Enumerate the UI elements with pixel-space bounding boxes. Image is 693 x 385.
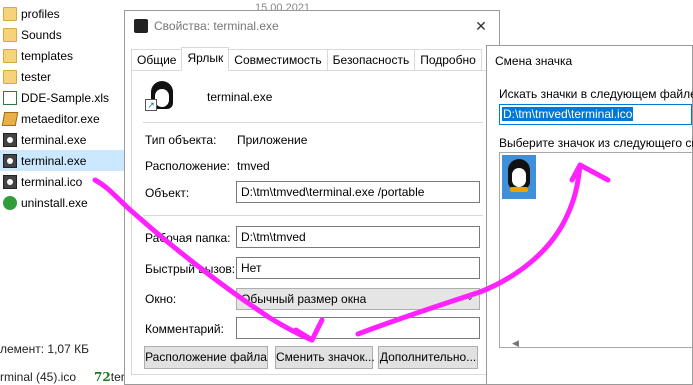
file-name: terminal.exe bbox=[21, 153, 87, 168]
hotkey-label: Быстрый вызов: bbox=[145, 262, 236, 276]
scroll-left-icon[interactable]: ◀ bbox=[512, 338, 519, 347]
metaeditor-icon bbox=[1, 111, 19, 126]
status-bottom: rminal (45).ico 72term bbox=[0, 370, 135, 384]
file-name: templates bbox=[21, 48, 74, 63]
file-name: tester bbox=[21, 69, 52, 84]
icon-file-label: Искать значки в следующем файле: bbox=[499, 87, 693, 101]
icon-file-field[interactable]: D:\tm\tmved\terminal.ico bbox=[499, 104, 692, 125]
tab-shortcut[interactable]: Ярлык bbox=[181, 47, 230, 71]
file-item[interactable]: tester bbox=[0, 66, 125, 87]
shortcut-icon: ↗ bbox=[145, 81, 177, 113]
target-type-label: Тип объекта: bbox=[145, 133, 217, 147]
folder-icon bbox=[3, 48, 17, 63]
tab-bar: Общие Ярлык Совместимость Безопасность П… bbox=[131, 47, 482, 71]
folder-icon bbox=[3, 27, 17, 42]
comment-field[interactable] bbox=[236, 317, 480, 339]
file-item[interactable]: Sounds bbox=[0, 24, 125, 45]
divider bbox=[143, 122, 483, 123]
run-select[interactable]: Обычный размер окна ⌄ bbox=[236, 288, 480, 310]
dialog-title: Свойства: terminal.exe bbox=[154, 19, 279, 33]
terminal-shortcut-icon bbox=[3, 153, 17, 168]
file-name: uninstall.exe bbox=[21, 195, 88, 210]
location-label: Расположение: bbox=[145, 159, 230, 173]
tab-compatibility[interactable]: Совместимость bbox=[228, 49, 328, 71]
target-label: Объект: bbox=[145, 186, 190, 200]
file-item[interactable]: terminal.ico bbox=[0, 171, 125, 192]
run-label: Окно: bbox=[145, 292, 177, 306]
status-file: rminal (45).ico bbox=[0, 370, 77, 384]
advanced-button[interactable]: Дополнительно... bbox=[378, 346, 478, 369]
uninstall-icon bbox=[3, 195, 17, 210]
icon-file-value: D:\tm\tmved\terminal.ico bbox=[502, 107, 634, 121]
file-name: DDE-Sample.xls bbox=[21, 90, 110, 105]
change-icon-button[interactable]: Сменить значок... bbox=[275, 346, 375, 369]
icon-option-selected[interactable] bbox=[502, 155, 536, 199]
file-name: terminal.ico bbox=[21, 174, 83, 189]
icon-list-label: Выберите значок из следующего списка: bbox=[499, 136, 693, 150]
location-value: tmved bbox=[237, 159, 270, 173]
target-type-value: Приложение bbox=[237, 133, 308, 147]
change-icon-dialog: Смена значка Искать значки в следующем ф… bbox=[486, 45, 693, 385]
tab-security[interactable]: Безопасность bbox=[326, 49, 416, 71]
file-item[interactable]: terminal.exe bbox=[0, 129, 125, 150]
file-item[interactable]: DDE-Sample.xls bbox=[0, 87, 125, 108]
tab-details[interactable]: Подробно bbox=[414, 49, 482, 71]
divider bbox=[143, 215, 483, 216]
comment-label: Комментарий: bbox=[145, 322, 224, 336]
status-number: 72 bbox=[94, 370, 111, 384]
tab-general[interactable]: Общие bbox=[131, 49, 183, 71]
file-name: metaeditor.exe bbox=[21, 111, 100, 126]
run-select-value: Обычный размер окна bbox=[241, 292, 367, 306]
file-item[interactable]: templates bbox=[0, 45, 125, 66]
terminal-icon bbox=[134, 19, 148, 33]
terminal-icon bbox=[3, 132, 17, 147]
open-file-location-button[interactable]: Расположение файла bbox=[144, 346, 268, 369]
start-in-field[interactable]: D:\tm\tmved bbox=[236, 226, 480, 248]
status-size: лемент: 1,07 КБ bbox=[0, 342, 89, 356]
file-item[interactable]: metaeditor.exe bbox=[0, 108, 125, 129]
close-icon[interactable]: ✕ bbox=[469, 14, 493, 38]
spreadsheet-icon bbox=[3, 90, 17, 105]
icon-file-icon bbox=[3, 174, 17, 189]
penguin-icon bbox=[507, 159, 531, 192]
shortcut-name: terminal.exe bbox=[207, 90, 273, 104]
icon-list[interactable]: ◀ bbox=[499, 152, 693, 348]
folder-icon bbox=[3, 6, 17, 21]
file-name: profiles bbox=[21, 6, 60, 21]
hotkey-field[interactable]: Нет bbox=[236, 257, 480, 279]
file-list: 15.00.2021 1:50 Папка с файлами profiles… bbox=[0, 0, 310, 385]
dialog-titlebar[interactable]: Свойства: terminal.exe ✕ bbox=[125, 11, 499, 41]
change-icon-title: Смена значка bbox=[495, 54, 573, 68]
file-item[interactable]: profiles bbox=[0, 3, 125, 24]
target-field[interactable]: D:\tm\tmved\terminal.exe /portable bbox=[236, 181, 480, 203]
file-item-selected[interactable]: terminal.exe bbox=[0, 150, 125, 171]
start-in-label: Рабочая папка: bbox=[145, 231, 231, 245]
file-name: Sounds bbox=[21, 27, 62, 42]
folder-icon bbox=[3, 69, 17, 84]
file-name: terminal.exe bbox=[21, 132, 87, 147]
file-item[interactable]: uninstall.exe bbox=[0, 192, 125, 213]
chevron-down-icon: ⌄ bbox=[465, 292, 474, 303]
